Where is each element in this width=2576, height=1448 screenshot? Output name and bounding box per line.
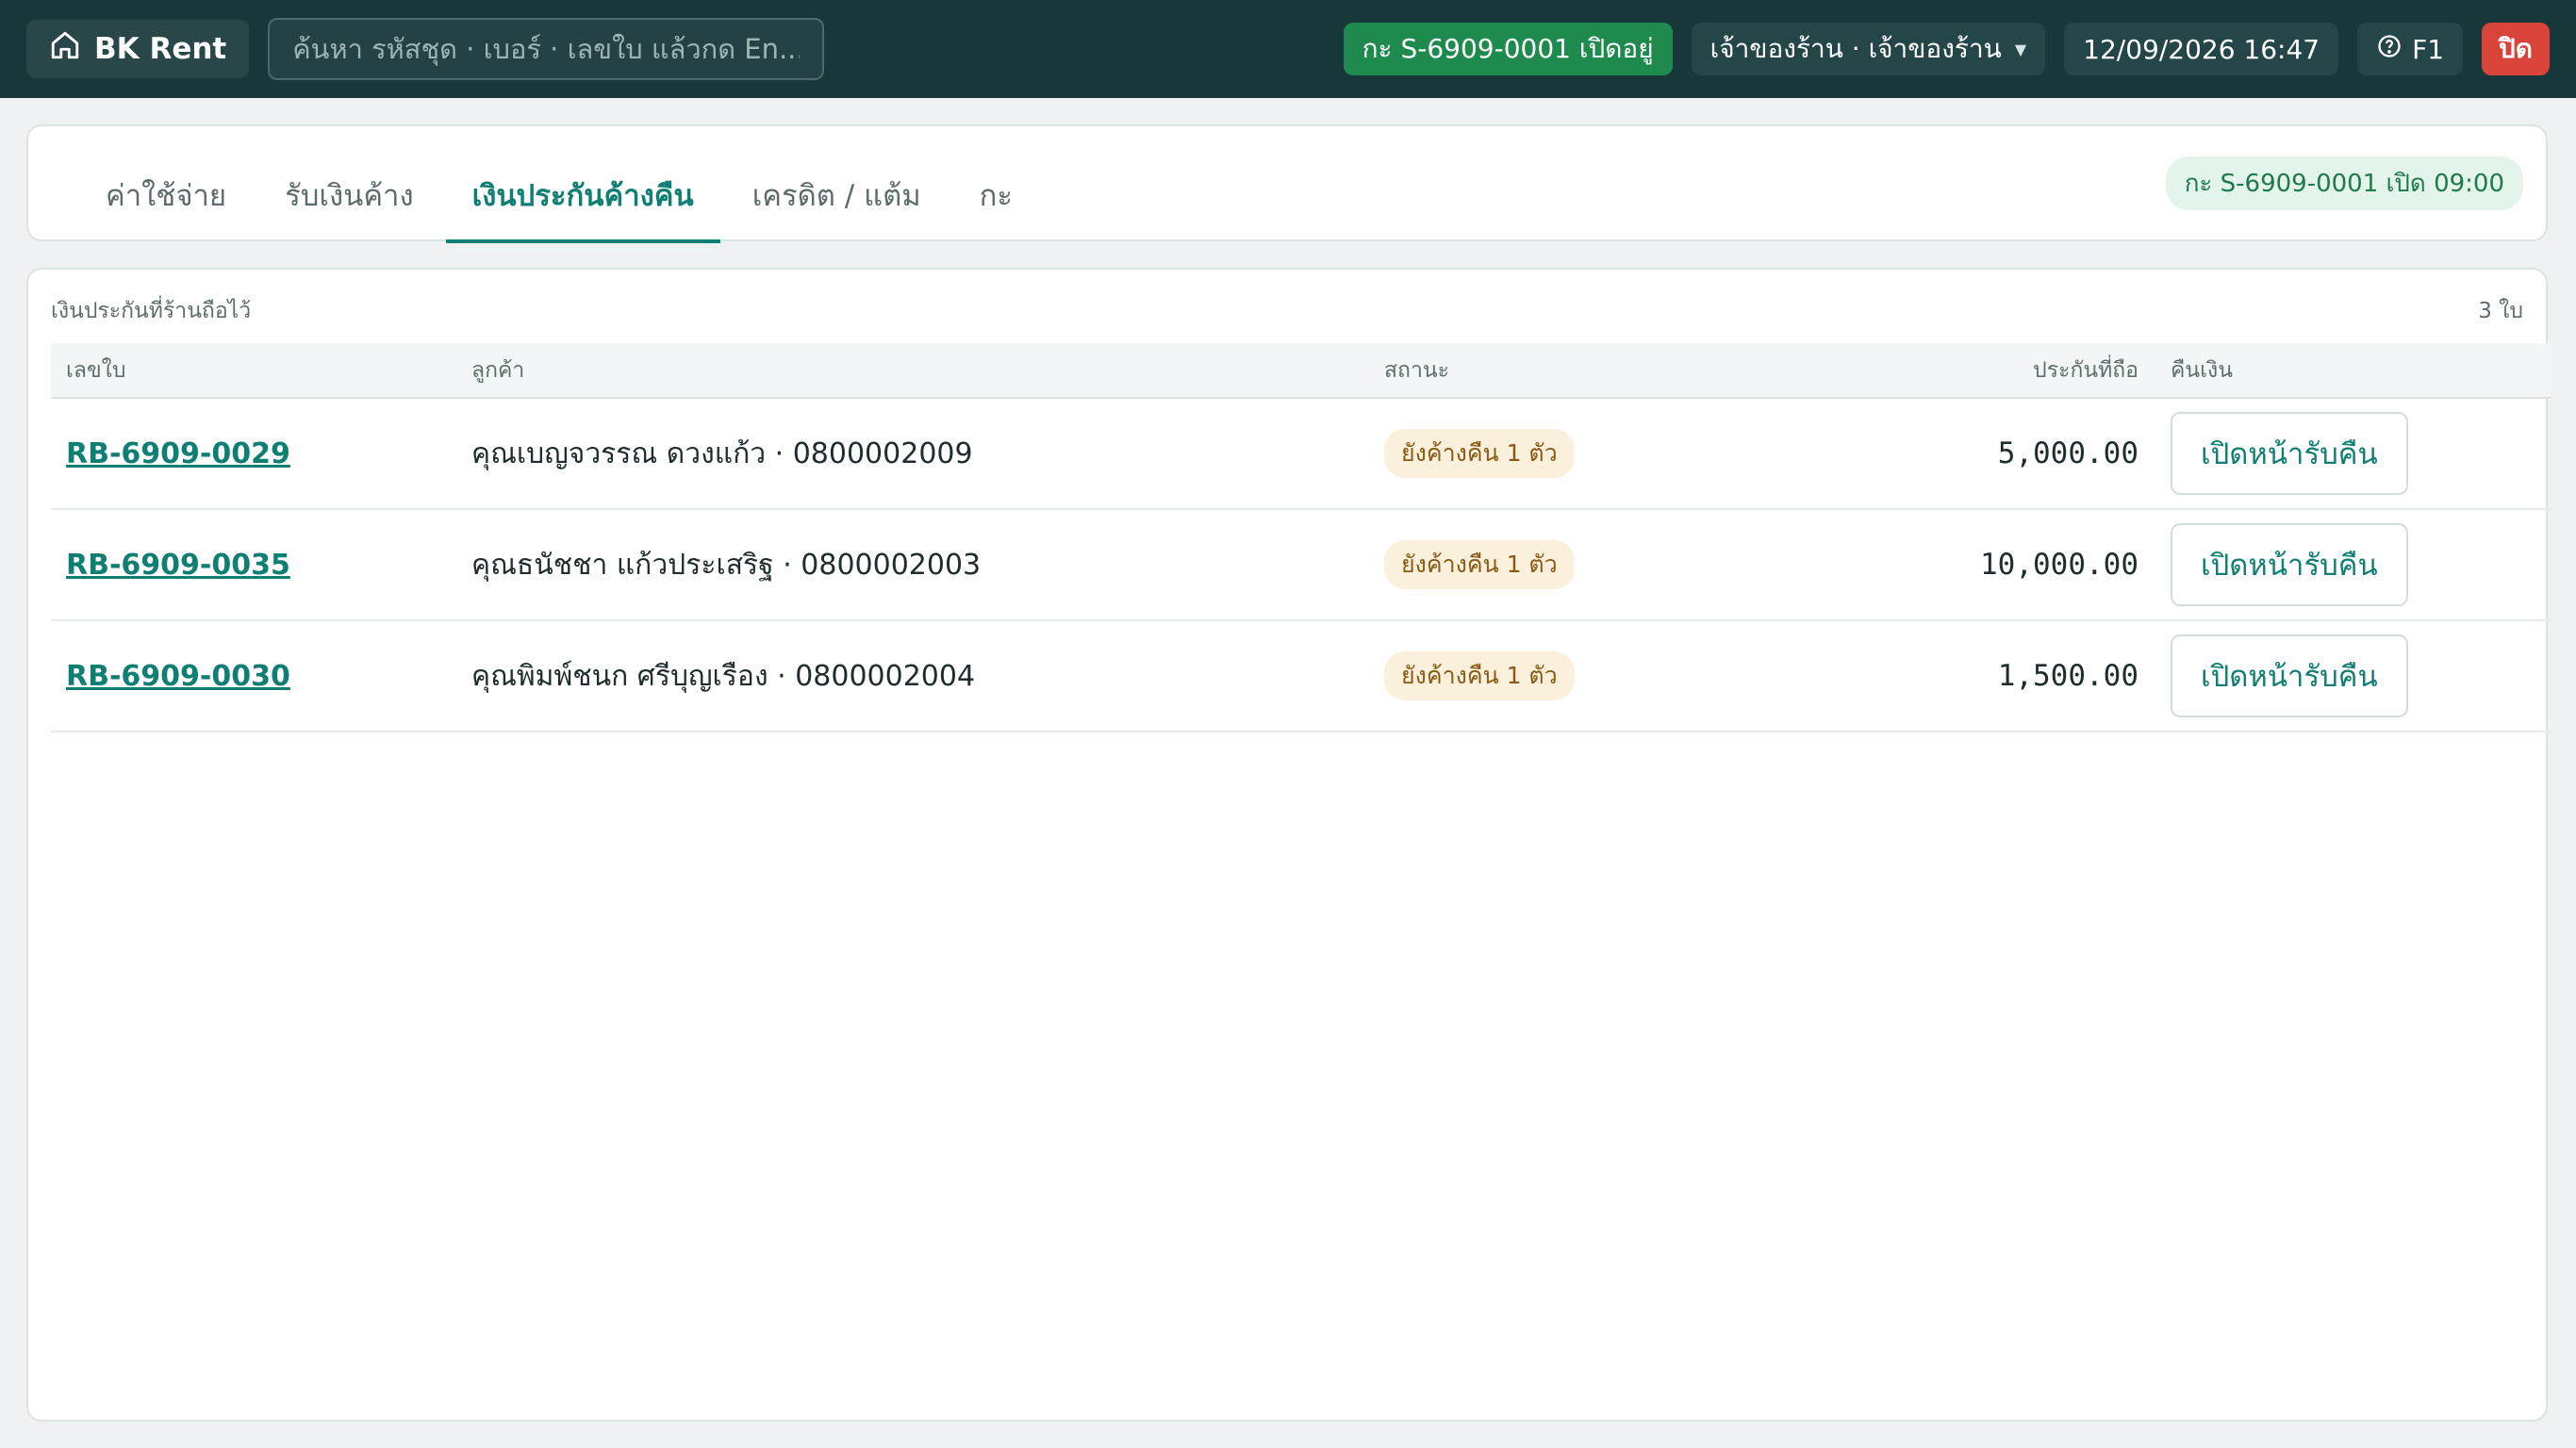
tabs-card: ค่าใช้จ่าย รับเงินค้าง เงินประกันค้างคืน… (26, 124, 2548, 243)
brand-home-button[interactable]: BK Rent (26, 20, 250, 78)
open-return-button[interactable]: เปิดหน้ารับคืน (2171, 523, 2408, 606)
search-input[interactable] (268, 18, 825, 80)
deposit-amount: 1,500.00 (1765, 620, 2155, 732)
home-icon (49, 29, 81, 69)
receipt-link[interactable]: RB-6909-0030 (66, 660, 290, 693)
column-header-status[interactable]: สถานะ (1369, 343, 1765, 399)
shift-open-badge: กะ S-6909-0001 เปิด 09:00 (2165, 156, 2523, 210)
tab-shift[interactable]: กะ (953, 151, 1039, 243)
record-count: 3 ใบ (2478, 299, 2523, 323)
customer-cell: คุณเบญจวรรณ ดวงแก้ว · 0800002009 (456, 398, 1369, 510)
table-header-row: เลขใบ ลูกค้า สถานะ ประกันที่ถือ คืนเงิน (51, 343, 2551, 399)
status-badge: ยังค้างคืน 1 ตัว (1384, 429, 1575, 478)
tab-pending-deposits[interactable]: เงินประกันค้างคืน (445, 151, 720, 243)
tab-expenses[interactable]: ค่าใช้จ่าย (77, 151, 253, 243)
column-header-action: คืนเงิน (2155, 343, 2551, 399)
deposit-amount: 10,000.00 (1765, 509, 2155, 621)
user-label: เจ้าของร้าน · เจ้าของร้าน (1709, 33, 2002, 64)
customer-cell: คุณพิมพ์ชนก ศรีบุญเรือง · 0800002004 (456, 620, 1369, 732)
table-row: RB-6909-0030 คุณพิมพ์ชนก ศรีบุญเรือง · 0… (51, 620, 2551, 732)
tab-bar: ค่าใช้จ่าย รับเงินค้าง เงินประกันค้างคืน… (77, 126, 1045, 243)
deposit-amount: 5,000.00 (1765, 398, 2155, 510)
brand-name: BK Rent (94, 32, 227, 66)
help-shortcut-label: F1 (2412, 33, 2445, 65)
column-header-amount[interactable]: ประกันที่ถือ (1765, 343, 2155, 399)
open-return-button[interactable]: เปิดหน้ารับคืน (2171, 634, 2408, 717)
card-title: เงินประกันที่ร้านถือไว้ (51, 299, 252, 323)
deposits-table: เลขใบ ลูกค้า สถานะ ประกันที่ถือ คืนเงิน … (51, 343, 2551, 732)
status-badge: ยังค้างคืน 1 ตัว (1384, 540, 1575, 589)
receipt-link[interactable]: RB-6909-0029 (66, 437, 290, 470)
shift-status-badge[interactable]: กะ S-6909-0001 เปิดอยู่ (1343, 23, 1673, 75)
card-header: เงินประกันที่ร้านถือไว้ 3 ใบ (51, 292, 2523, 330)
tab-receivables[interactable]: รับเงินค้าง (258, 151, 440, 243)
help-button[interactable]: F1 (2357, 23, 2464, 75)
open-return-button[interactable]: เปิดหน้ารับคืน (2171, 412, 2408, 495)
receipt-link[interactable]: RB-6909-0035 (66, 549, 290, 582)
user-menu-button[interactable]: เจ้าของร้าน · เจ้าของร้าน ▼ (1691, 23, 2046, 75)
customer-cell: คุณธนัชชา แก้วประเสริฐ · 0800002003 (456, 509, 1369, 621)
table-row: RB-6909-0029 คุณเบญจวรรณ ดวงแก้ว · 08000… (51, 398, 2551, 510)
status-badge: ยังค้างคืน 1 ตัว (1384, 651, 1575, 700)
chevron-down-icon: ▼ (2014, 40, 2027, 58)
column-header-id[interactable]: เลขใบ (51, 343, 456, 399)
datetime-display: 12/09/2026 16:47 (2064, 23, 2339, 75)
help-icon (2376, 33, 2403, 66)
tab-credit-points[interactable]: เครดิต / แต้ม (726, 151, 948, 243)
close-button[interactable]: ปิด (2482, 23, 2550, 75)
top-bar: BK Rent กะ S-6909-0001 เปิดอยู่ เจ้าของร… (0, 0, 2576, 98)
deposits-card: เงินประกันที่ร้านถือไว้ 3 ใบ เลขใบ ลูกค้… (26, 268, 2551, 1422)
column-header-customer[interactable]: ลูกค้า (456, 343, 1369, 399)
table-row: RB-6909-0035 คุณธนัชชา แก้วประเสริฐ · 08… (51, 509, 2551, 621)
